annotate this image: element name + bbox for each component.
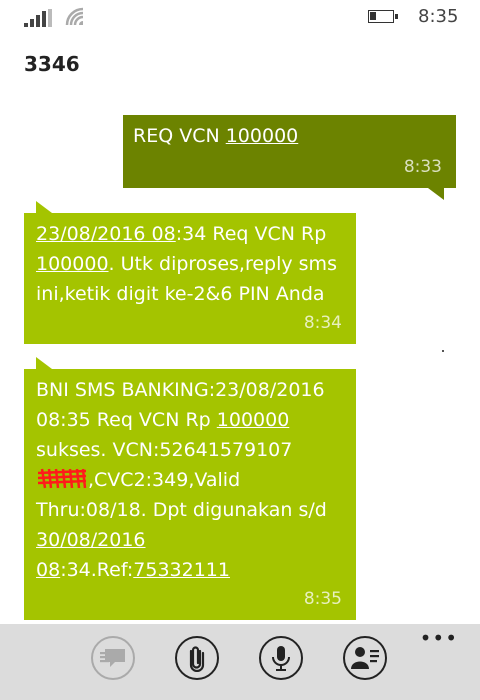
message-link[interactable]: 75332111: [133, 559, 230, 581]
status-bar: 8:35: [0, 0, 480, 34]
message-text: 23/08/2016 08:34 Req VCN Rp 100000. Utk …: [36, 223, 337, 305]
message-segment: sukses. VCN:52641579107: [36, 439, 293, 461]
contact-name: 3346: [24, 52, 80, 76]
message-segment: REQ VCN: [133, 125, 226, 147]
status-time: 8:35: [418, 6, 459, 27]
message-link[interactable]: 23/08/2016 08: [36, 223, 176, 245]
redaction-scribble: [37, 468, 87, 489]
message-time: 8:34: [303, 313, 342, 333]
message-segment: :34 Req VCN Rp: [175, 223, 327, 245]
scroll-indicator: [442, 350, 444, 352]
message-text: REQ VCN 100000: [133, 125, 298, 147]
microphone-icon: [272, 646, 290, 671]
message-time: 8:35: [303, 589, 342, 609]
attach-button[interactable]: [175, 636, 219, 680]
microphone-button[interactable]: [259, 636, 303, 680]
message-segment: :34.Ref:: [60, 559, 134, 581]
message-link[interactable]: 100000: [217, 409, 290, 431]
contact-info-icon: [351, 647, 379, 669]
message-time: 8:33: [403, 157, 442, 177]
speech-to-text-icon: [100, 649, 125, 667]
message-link[interactable]: 100000: [226, 125, 299, 147]
wifi-icon: [65, 7, 84, 26]
message-outgoing[interactable]: REQ VCN 100000 8:33: [123, 115, 456, 200]
more-options-button[interactable]: •••: [420, 626, 458, 650]
contact-info-button[interactable]: [343, 636, 387, 680]
speech-to-text-button[interactable]: [91, 636, 135, 680]
attach-icon: [189, 646, 205, 672]
message-text: BNI SMS BANKING:23/08/2016 08:35 Req VCN…: [36, 379, 327, 581]
app-bar: •••: [0, 624, 480, 700]
signal-strength-icon: [24, 9, 54, 27]
battery-icon: [368, 10, 398, 23]
message-link[interactable]: 100000: [36, 253, 109, 275]
message-incoming[interactable]: 23/08/2016 08:34 Req VCN Rp 100000. Utk …: [24, 201, 356, 344]
message-incoming[interactable]: BNI SMS BANKING:23/08/2016 08:35 Req VCN…: [24, 357, 356, 620]
